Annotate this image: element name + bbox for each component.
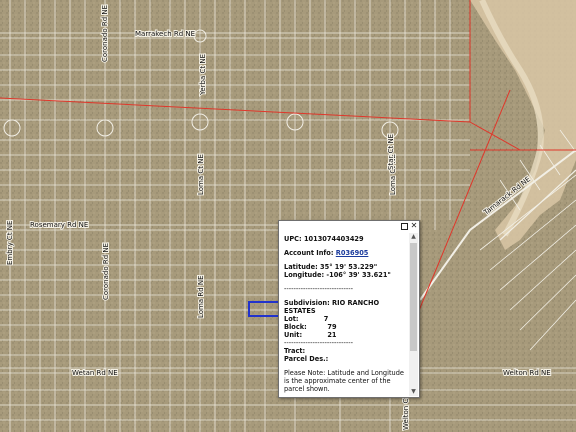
close-icon[interactable]: ✕ xyxy=(410,222,418,230)
separator: ----------------------------- xyxy=(284,285,353,293)
longitude-text: Longitude: -106° 39' 33.621" xyxy=(284,271,391,279)
parcel-des-text: Parcel Des.: xyxy=(284,355,329,363)
road-label-welton: Welton Rd NE xyxy=(503,369,551,377)
road-label-yerba: Yerba Ct NE xyxy=(199,54,207,96)
subdivision-cont: ESTATES xyxy=(284,307,316,315)
scroll-up-icon[interactable]: ▲ xyxy=(409,233,418,241)
road-label-coronado: Coronado Rd NE xyxy=(102,243,110,300)
latitude-text: Latitude: 35° 19' 53.229" xyxy=(284,263,378,271)
upc-text: UPC: 1013074403429 xyxy=(284,235,364,243)
parcel-info-popup[interactable]: ✕ UPC: 1013074403429 Account Info: R0369… xyxy=(278,220,420,398)
road-label-embry: Embry Ct NE xyxy=(6,221,14,265)
account-link[interactable]: R036905 xyxy=(336,249,369,257)
account-info: Account Info: R036905 xyxy=(284,249,407,257)
unit-text: Unit: 21 xyxy=(284,331,337,339)
account-label: Account Info: xyxy=(284,249,334,257)
scroll-thumb[interactable] xyxy=(410,243,417,351)
road-label-loma-ct: Loma Ct NE xyxy=(197,154,205,195)
road-label-wetan: Wetan Rd NE xyxy=(72,369,118,377)
separator-2: ----------------------------- xyxy=(284,339,353,347)
popup-scrollbar[interactable]: ▲ ▼ xyxy=(409,233,418,396)
road-label-star: Star Ct NE xyxy=(387,134,395,170)
lot-text: Lot: 7 xyxy=(284,315,329,323)
tract-text: Tract: xyxy=(284,347,306,355)
popup-titlebar: ✕ xyxy=(279,221,419,231)
road-label-rosemary: Rosemary Rd NE xyxy=(30,221,88,229)
road-label-coronado-top: Coronado Rd NE xyxy=(101,5,109,62)
subdivision-text: Subdivision: RIO RANCHO xyxy=(284,299,380,307)
maximize-icon[interactable] xyxy=(401,223,408,230)
popup-body: UPC: 1013074403429 Account Info: R036905… xyxy=(284,235,407,395)
road-label-marrakech: Marrakech Rd NE xyxy=(135,30,195,38)
scroll-down-icon[interactable]: ▼ xyxy=(409,388,418,396)
note-text: Please Note: Latitude and Longitude is t… xyxy=(284,369,404,393)
block-text: Block: 79 xyxy=(284,323,337,331)
road-label-loma-rd: Loma Rd NE xyxy=(197,275,205,318)
